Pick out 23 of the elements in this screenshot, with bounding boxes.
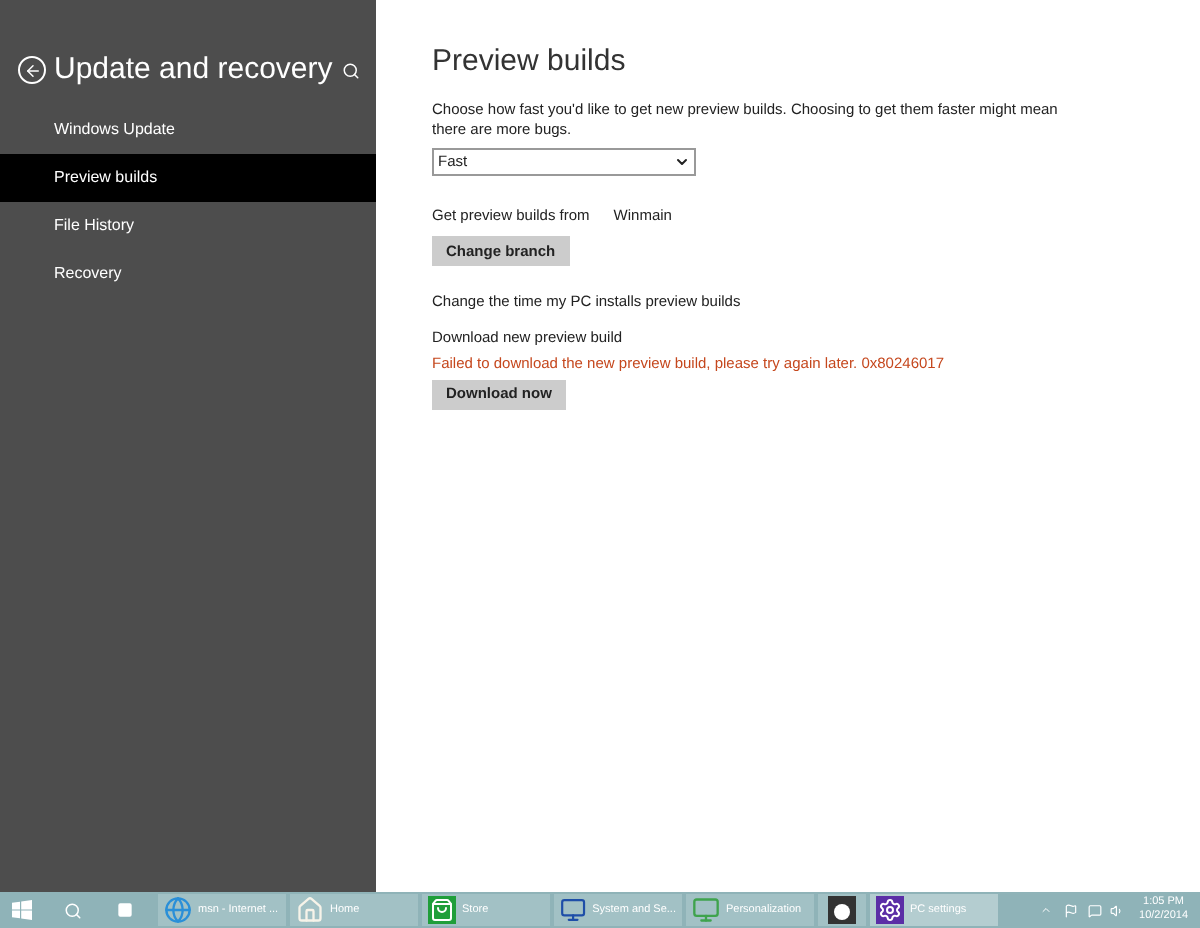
taskbar-button[interactable]	[818, 894, 866, 926]
volume-icon[interactable]	[1109, 903, 1124, 917]
house-icon	[296, 896, 324, 924]
shopping-bag-icon	[428, 896, 456, 924]
app-icon	[828, 896, 856, 924]
settings-icon	[876, 896, 904, 924]
search-icon[interactable]	[342, 61, 360, 79]
page-title: Preview builds	[432, 42, 626, 82]
sidebar-item[interactable]: Windows Update	[0, 106, 376, 154]
globe-icon	[164, 896, 192, 924]
chevron-down-icon	[674, 153, 690, 169]
sidebar-title: Update and recovery	[54, 49, 333, 90]
monitor-icon	[692, 896, 720, 924]
back-button[interactable]	[18, 56, 46, 84]
chevron-up-icon[interactable]	[1039, 904, 1052, 916]
flag-icon[interactable]	[1063, 903, 1078, 917]
sidebar-item[interactable]: File History	[0, 202, 376, 250]
task-view-icon[interactable]	[116, 902, 134, 918]
sidebar-item[interactable]: Recovery	[0, 250, 376, 298]
sidebar-item[interactable]: Preview builds	[0, 154, 376, 202]
windows-logo-icon[interactable]	[12, 900, 32, 920]
back-icon	[23, 61, 41, 79]
monitor-icon	[560, 896, 587, 924]
